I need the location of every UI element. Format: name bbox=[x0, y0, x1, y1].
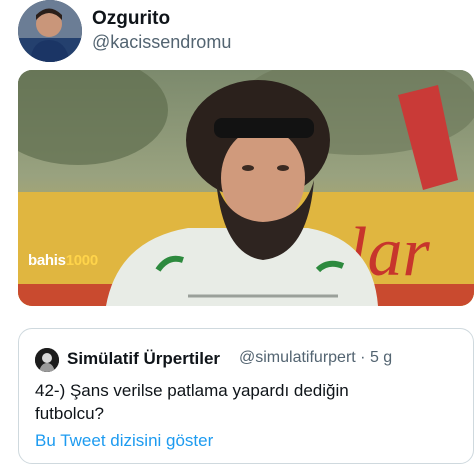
media-watermark: bahis1000 bbox=[28, 252, 98, 269]
author-handle[interactable]: @kacissendromu bbox=[92, 32, 231, 53]
quoted-author-avatar[interactable] bbox=[35, 348, 59, 372]
author-display-name[interactable]: Ozgurito bbox=[92, 8, 170, 30]
quoted-tweet[interactable]: Simülatif Ürpertiler @simulatifurpert · … bbox=[18, 328, 474, 464]
tweet-card: Ozgurito @kacissendromu lar bahis1000 Si… bbox=[0, 0, 474, 464]
watermark-accent-text: 1000 bbox=[65, 252, 98, 269]
quoted-tweet-text: 42-) Şans verilse patlama yapardı dediği… bbox=[35, 381, 349, 423]
user-avatar-icon bbox=[35, 348, 59, 372]
author-avatar[interactable] bbox=[18, 0, 82, 62]
quoted-author-handle-time: @simulatifurpert · 5 g bbox=[239, 349, 393, 366]
tweet-photo[interactable]: lar bahis1000 bbox=[18, 70, 474, 306]
user-avatar-icon bbox=[18, 0, 82, 62]
quoted-author-name[interactable]: Simülatif Ürpertiler bbox=[67, 349, 220, 369]
watermark-text: bahis bbox=[28, 252, 66, 269]
show-thread-link[interactable]: Bu Tweet dizisini göster bbox=[35, 431, 213, 451]
football-player-photo: lar bbox=[18, 70, 474, 306]
